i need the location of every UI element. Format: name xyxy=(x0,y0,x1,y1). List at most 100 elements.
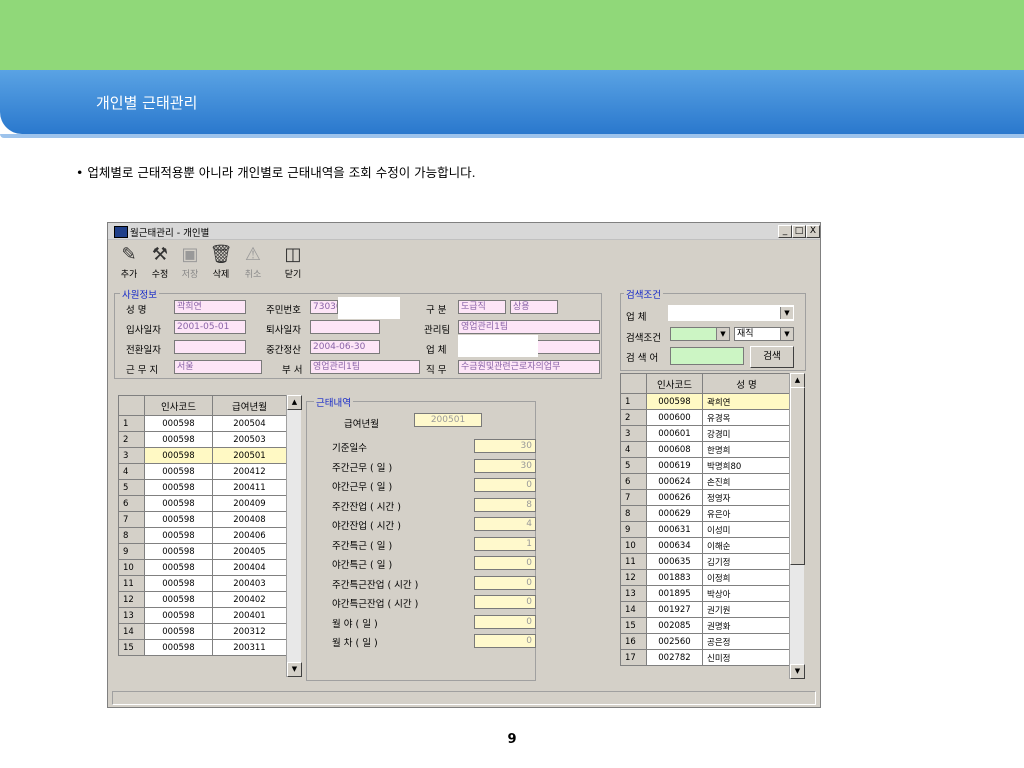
cell-code[interactable]: 000598 xyxy=(144,591,213,608)
cell-code[interactable]: 000598 xyxy=(144,639,213,656)
cell-name[interactable]: 이해순 xyxy=(702,537,791,554)
table-row[interactable]: 8 000598 200406 xyxy=(118,527,287,544)
cell-month[interactable]: 200401 xyxy=(212,607,287,624)
cell-code[interactable]: 000598 xyxy=(646,393,703,410)
cell-code[interactable]: 000631 xyxy=(646,521,703,538)
table-row[interactable]: 4 000608 한명희 xyxy=(620,441,791,458)
cell-code[interactable]: 000600 xyxy=(646,409,703,426)
cell-code[interactable]: 002085 xyxy=(646,617,703,634)
table-row[interactable]: 9 000598 200405 xyxy=(118,543,287,560)
cell-name[interactable]: 유경옥 xyxy=(702,409,791,426)
table-row[interactable]: 11 000598 200403 xyxy=(118,575,287,592)
search-company-combo[interactable] xyxy=(668,305,794,321)
workplace-field[interactable]: 서울 xyxy=(174,360,262,374)
cell-code[interactable]: 000619 xyxy=(646,457,703,474)
pay-month-field[interactable]: 200501 xyxy=(414,413,482,427)
maximize-button[interactable]: □ xyxy=(792,225,806,238)
table-row[interactable]: 14 001927 권기원 xyxy=(620,601,791,618)
cell-code[interactable]: 000634 xyxy=(646,537,703,554)
name-field[interactable]: 곽희연 xyxy=(174,300,246,314)
close-window-button[interactable]: X xyxy=(806,225,820,238)
scroll-down-icon[interactable]: ▼ xyxy=(790,664,805,679)
cell-code[interactable]: 000598 xyxy=(144,511,213,528)
cell-code[interactable]: 000598 xyxy=(144,559,213,576)
attendance-item-field[interactable]: 30 xyxy=(474,439,536,453)
attendance-item-field[interactable]: 0 xyxy=(474,634,536,648)
scroll-thumb[interactable] xyxy=(790,387,805,565)
table-row[interactable]: 7 000626 정영자 xyxy=(620,489,791,506)
scroll-up-icon[interactable]: ▲ xyxy=(287,395,302,410)
table-row[interactable]: 10 000598 200404 xyxy=(118,559,287,576)
cell-code[interactable]: 000598 xyxy=(144,527,213,544)
status-dropdown-icon[interactable]: ▼ xyxy=(780,328,793,340)
cell-name[interactable]: 김기정 xyxy=(702,553,791,570)
cell-name[interactable]: 이정희 xyxy=(702,569,791,586)
table-row[interactable]: 3 000601 강경미 xyxy=(620,425,791,442)
attendance-item-field[interactable]: 1 xyxy=(474,536,536,551)
cell-month[interactable]: 200406 xyxy=(212,527,287,544)
cell-code[interactable]: 001895 xyxy=(646,585,703,602)
month-grid-header-month[interactable]: 급여년월 xyxy=(212,395,287,416)
month-grid-scrollbar[interactable]: ▲ ▼ xyxy=(286,395,302,677)
cell-code[interactable]: 000608 xyxy=(646,441,703,458)
table-row[interactable]: 9 000631 이성미 xyxy=(620,521,791,538)
table-row[interactable]: 3 000598 200501 xyxy=(118,447,287,464)
scroll-down-icon[interactable]: ▼ xyxy=(287,662,302,677)
employee-grid-scrollbar[interactable]: ▲ ▼ xyxy=(789,373,805,679)
cell-code[interactable]: 000598 xyxy=(144,447,213,464)
resident-no-field[interactable]: 73030 xyxy=(310,300,338,314)
table-row[interactable]: 14 000598 200312 xyxy=(118,623,287,640)
attendance-item-field[interactable]: 0 xyxy=(474,614,536,629)
cell-month[interactable]: 200503 xyxy=(212,431,287,448)
edit-button[interactable]: ⚒ 수정 xyxy=(145,243,175,285)
cell-code[interactable]: 002782 xyxy=(646,649,703,666)
cell-code[interactable]: 001927 xyxy=(646,601,703,618)
keyword-field[interactable] xyxy=(670,347,744,365)
save-button[interactable]: ▣ 저장 xyxy=(175,243,205,285)
cell-month[interactable]: 200501 xyxy=(212,447,287,464)
table-row[interactable]: 2 000600 유경옥 xyxy=(620,409,791,426)
cell-name[interactable]: 곽희연 xyxy=(702,393,791,410)
category-field[interactable]: 도급직 xyxy=(458,300,506,314)
cell-code[interactable]: 000598 xyxy=(144,543,213,560)
cell-name[interactable]: 공은정 xyxy=(702,633,791,650)
cell-name[interactable]: 강경미 xyxy=(702,425,791,442)
cell-name[interactable]: 한명희 xyxy=(702,441,791,458)
table-row[interactable]: 12 000598 200402 xyxy=(118,591,287,608)
search-condition-dropdown-icon[interactable]: ▼ xyxy=(716,328,729,340)
cancel-button[interactable]: ⚠ 취소 xyxy=(238,243,268,285)
cell-month[interactable]: 200409 xyxy=(212,495,287,512)
delete-button[interactable]: 🗑 삭제 xyxy=(206,243,236,285)
table-row[interactable]: 11 000635 김기정 xyxy=(620,553,791,570)
cell-name[interactable]: 정영자 xyxy=(702,489,791,506)
search-button[interactable]: 검색 xyxy=(750,346,794,368)
month-grid-header-code[interactable]: 인사코드 xyxy=(144,395,213,416)
cell-code[interactable]: 002560 xyxy=(646,633,703,650)
search-company-dropdown-icon[interactable]: ▼ xyxy=(780,307,793,319)
attendance-item-field[interactable]: 4 xyxy=(474,517,536,531)
table-row[interactable]: 15 000598 200311 xyxy=(118,639,287,656)
category-field-2[interactable]: 상용 xyxy=(510,300,558,314)
table-row[interactable]: 13 001895 박상아 xyxy=(620,585,791,602)
cell-name[interactable]: 권명화 xyxy=(702,617,791,634)
attendance-item-field[interactable]: 30 xyxy=(474,458,536,473)
cell-code[interactable]: 000626 xyxy=(646,489,703,506)
attendance-item-field[interactable]: 8 xyxy=(474,497,536,512)
table-row[interactable]: 17 002782 신미정 xyxy=(620,649,791,666)
add-button[interactable]: ✎ 추가 xyxy=(114,243,144,285)
dept-field[interactable]: 영업관리1팀 xyxy=(310,360,420,374)
cell-month[interactable]: 200408 xyxy=(212,511,287,528)
cell-name[interactable]: 박상아 xyxy=(702,585,791,602)
table-row[interactable]: 7 000598 200408 xyxy=(118,511,287,528)
cell-code[interactable]: 000624 xyxy=(646,473,703,490)
duty-field[interactable]: 수금원및관련근로자의업무 xyxy=(458,360,600,374)
resign-date-field[interactable] xyxy=(310,320,380,334)
cell-code[interactable]: 000629 xyxy=(646,505,703,522)
cell-name[interactable]: 박명희80 xyxy=(702,457,791,474)
table-row[interactable]: 6 000624 손진희 xyxy=(620,473,791,490)
cell-code[interactable]: 001883 xyxy=(646,569,703,586)
attendance-item-field[interactable]: 0 xyxy=(474,556,536,570)
cell-month[interactable]: 200411 xyxy=(212,479,287,496)
cell-month[interactable]: 200311 xyxy=(212,639,287,656)
cell-code[interactable]: 000598 xyxy=(144,623,213,640)
